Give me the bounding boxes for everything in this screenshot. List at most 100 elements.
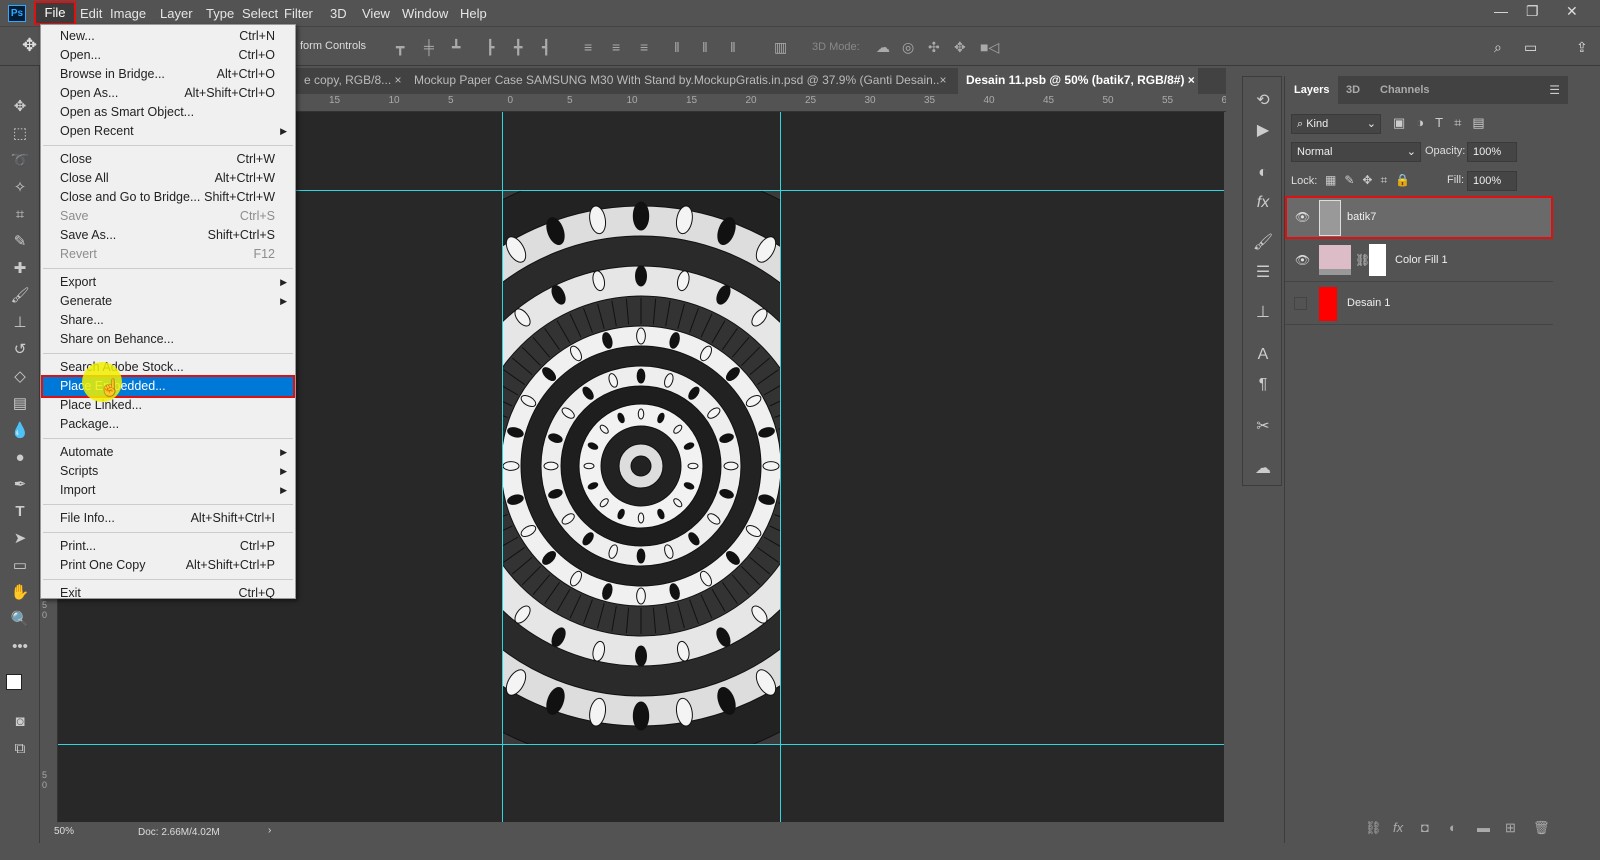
workspace-icon[interactable]: ▭ [1524,39,1537,56]
character-panel-icon[interactable]: A [1251,343,1275,367]
history-panel-icon[interactable]: ⟲ [1251,89,1275,113]
menu-item-exit[interactable]: Exit Ctrl+Q [43,584,293,603]
menu-filter[interactable]: Filter [284,6,313,21]
layer-row-color-fill[interactable]: 👁 ⛓ Color Fill 1 [1285,239,1553,282]
brush-tool-icon[interactable]: 🖌 [8,285,32,307]
align-left-icon[interactable]: ┣ [486,39,494,56]
menu-item-save-as[interactable]: Save As... Shift+Ctrl+S [43,226,293,245]
visibility-eye-icon[interactable]: 👁 [1295,210,1310,224]
new-layer-icon[interactable]: ⊞ [1505,820,1516,836]
hand-tool-icon[interactable]: ✋ [8,582,32,604]
move-tool-icon[interactable]: ✥ [8,96,32,118]
distribute-right-icon[interactable]: ‖ [730,39,736,55]
guide-line[interactable] [780,112,781,822]
menu-item-open-as[interactable]: Open As... Alt+Shift+Ctrl+O [43,84,293,103]
minimize-icon[interactable]: — [1494,3,1508,19]
menu-item-browse-in-bridge[interactable]: Browse in Bridge... Alt+Ctrl+O [43,65,293,84]
pen-tool-icon[interactable]: ✒ [8,474,32,496]
paragraph-panel-icon[interactable]: ¶ [1251,373,1275,397]
3d-slide-icon[interactable]: ✥ [954,39,966,56]
distribute-hcenter-icon[interactable]: ‖ [702,39,708,55]
opacity-input[interactable]: 100% [1467,142,1517,162]
menu-item-share-on-behance[interactable]: Share on Behance... [43,330,293,349]
healing-brush-icon[interactable]: ✚ [8,258,32,280]
add-mask-icon[interactable]: ◘ [1421,820,1429,835]
delete-layer-icon[interactable]: 🗑 [1533,820,1550,836]
menu-edit[interactable]: Edit [80,6,102,21]
close-tab-icon[interactable]: × [1188,73,1195,87]
menu-type[interactable]: Type [206,6,234,21]
crop-tool-icon[interactable]: ⌗ [8,204,32,226]
menu-item-package[interactable]: Package... [43,415,293,434]
quick-mask-icon[interactable]: ◙ [8,711,32,733]
menu-item-open[interactable]: Open... Ctrl+O [43,46,293,65]
screen-mode-icon[interactable]: ⧉ [8,738,32,760]
libraries-panel-icon[interactable]: ☁ [1251,457,1275,481]
eyedropper-icon[interactable]: ✎ [8,231,32,253]
menu-file[interactable]: File [34,1,76,25]
menu-item-print-one-copy[interactable]: Print One Copy Alt+Shift+Ctrl+P [43,556,293,575]
link-icon[interactable]: ⛓ [1355,253,1370,267]
menu-select[interactable]: Select [242,6,278,21]
tab-channels[interactable]: Channels [1371,76,1439,104]
menu-item-new[interactable]: New... Ctrl+N [43,27,293,46]
distribute-vcenter-icon[interactable]: ≡ [612,39,620,55]
more-tools-icon[interactable]: ••• [8,636,32,658]
menu-item-print[interactable]: Print... Ctrl+P [43,537,293,556]
distribute-bottom-icon[interactable]: ≡ [640,39,648,55]
guide-line[interactable] [58,744,1224,745]
layer-name[interactable]: Color Fill 1 [1395,254,1448,266]
layer-mask-thumbnail[interactable] [1369,244,1386,276]
align-right-icon[interactable]: ┫ [542,39,550,56]
layer-row-desain-1[interactable]: Desain 1 [1285,282,1553,325]
zoom-level[interactable]: 50% [54,826,74,837]
menu-help[interactable]: Help [460,6,487,21]
close-icon[interactable]: ✕ [1566,3,1578,20]
history-brush-icon[interactable]: ↺ [8,339,32,361]
menu-item-file-info[interactable]: File Info... Alt+Shift+Ctrl+I [43,509,293,528]
tool-presets-icon[interactable]: ✂ [1251,415,1275,439]
menu-item-import[interactable]: Import ▶ [43,481,293,500]
layer-style-icon[interactable]: fx [1393,820,1403,835]
menu-view[interactable]: View [362,6,390,21]
move-tool-icon[interactable]: ✥ [22,35,37,56]
fill-input[interactable]: 100% [1467,171,1517,191]
blend-mode-select[interactable]: Normal ⌄ [1291,142,1421,162]
clone-source-icon[interactable]: ⊥ [1251,301,1275,325]
menu-item-generate[interactable]: Generate ▶ [43,292,293,311]
menu-window[interactable]: Window [402,6,448,21]
adjustment-layer-icon[interactable]: ◐ [1449,820,1457,835]
layer-filter-select[interactable]: ⌕ Kind ⌄ [1291,114,1381,134]
menu-item-search-adobe-stock[interactable]: Search Adobe Stock... [43,358,293,377]
menu-layer[interactable]: Layer [160,6,193,21]
path-selection-icon[interactable]: ➤ [8,528,32,550]
adjustments-panel-icon[interactable]: ◐ [1251,161,1275,185]
tab-document-1[interactable]: e copy, RGB/8... × [296,68,404,94]
layer-filter-icons[interactable]: ▣◑T⌗▤ [1393,115,1496,131]
3d-pan-icon[interactable]: ✣ [928,39,940,56]
gradient-tool-icon[interactable]: ▤ [8,393,32,415]
share-icon[interactable]: ⇪ [1576,39,1588,56]
blur-tool-icon[interactable]: 💧 [8,420,32,442]
clone-stamp-icon[interactable]: ⊥ [8,312,32,334]
brush-settings-icon[interactable]: 🖌 [1251,231,1275,255]
layer-name[interactable]: Desain 1 [1347,297,1390,309]
3d-roll-icon[interactable]: ◎ [902,39,914,56]
close-tab-icon[interactable]: × [940,73,947,87]
restore-icon[interactable]: ❐ [1526,3,1539,20]
lasso-tool-icon[interactable]: ➰ [8,150,32,172]
distribute-top-icon[interactable]: ≡ [584,39,592,55]
menu-item-share[interactable]: Share... [43,311,293,330]
magic-wand-icon[interactable]: ✧ [8,177,32,199]
rectangle-tool-icon[interactable]: ▭ [8,555,32,577]
actions-panel-icon[interactable]: ▶ [1251,119,1275,143]
menu-item-export[interactable]: Export ▶ [43,273,293,292]
menu-item-close-and-go-to-bridge[interactable]: Close and Go to Bridge... Shift+Ctrl+W [43,188,293,207]
eraser-icon[interactable]: ◇ [8,366,32,388]
menu-item-open-as-smart-object[interactable]: Open as Smart Object... [43,103,293,122]
visibility-eye-icon[interactable]: 👁 [1295,253,1310,267]
align-bottom-icon[interactable]: ┻ [452,39,460,56]
type-tool-icon[interactable]: T [8,501,32,523]
3d-orbit-icon[interactable]: ☁ [876,39,890,56]
3d-scale-icon[interactable]: ■◁ [980,39,999,56]
